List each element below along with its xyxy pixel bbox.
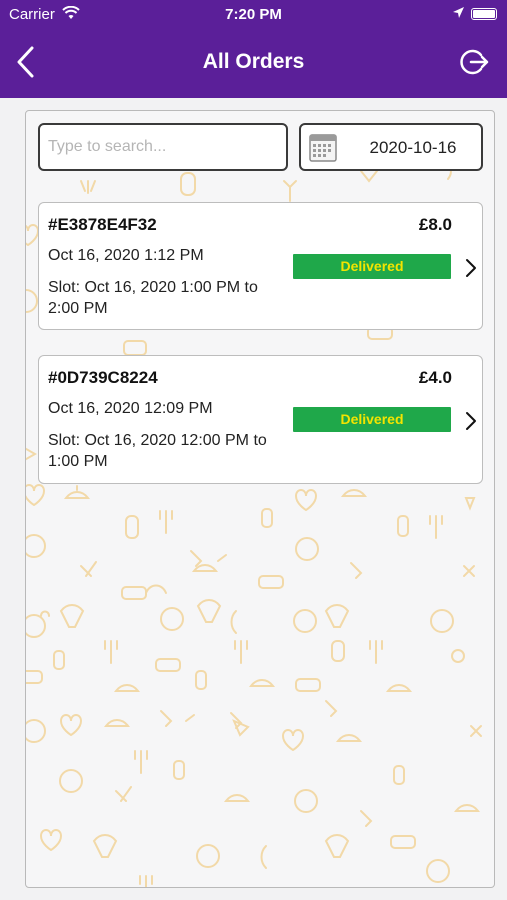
page-title: All Orders	[202, 50, 305, 73]
battery-icon	[471, 8, 497, 20]
order-id: #0D739C8224	[48, 368, 158, 387]
chevron-right-icon	[466, 412, 476, 430]
status-badge: Delivered	[293, 407, 451, 432]
content-area: 2020-10-16 #E3878E4F32 £8.0 Oct 16, 2020…	[0, 98, 507, 900]
clock: 7:20 PM	[225, 6, 282, 23]
order-card[interactable]: #E3878E4F32 £8.0 Oct 16, 2020 1:12 PM Sl…	[38, 202, 483, 330]
order-date: Oct 16, 2020 12:09 PM	[48, 400, 213, 417]
order-card[interactable]: #0D739C8224 £4.0 Oct 16, 2020 12:09 PM S…	[38, 355, 483, 484]
status-badge: Delivered	[293, 254, 451, 279]
order-id: #E3878E4F32	[48, 215, 157, 234]
chevron-right-icon	[466, 259, 476, 277]
nav-bar: All Orders	[0, 28, 507, 98]
orders-panel: 2020-10-16 #E3878E4F32 £8.0 Oct 16, 2020…	[25, 110, 495, 888]
search-field[interactable]	[38, 123, 288, 171]
search-input[interactable]	[40, 125, 286, 169]
order-date: Oct 16, 2020 1:12 PM	[48, 247, 204, 264]
order-slot: Slot: Oct 16, 2020 1:00 PM to 2:00 PM	[48, 279, 258, 317]
order-price: £4.0	[418, 368, 452, 387]
selected-date: 2020-10-16	[369, 138, 457, 157]
order-slot: Slot: Oct 16, 2020 12:00 PM to 1:00 PM	[48, 432, 267, 470]
status-bar: Carrier 7:20 PM	[0, 0, 507, 28]
date-filter-button[interactable]: 2020-10-16	[299, 123, 483, 171]
location-arrow-icon	[453, 7, 464, 18]
calendar-icon	[309, 134, 337, 162]
order-price: £8.0	[418, 215, 452, 234]
logout-icon[interactable]	[459, 46, 491, 78]
